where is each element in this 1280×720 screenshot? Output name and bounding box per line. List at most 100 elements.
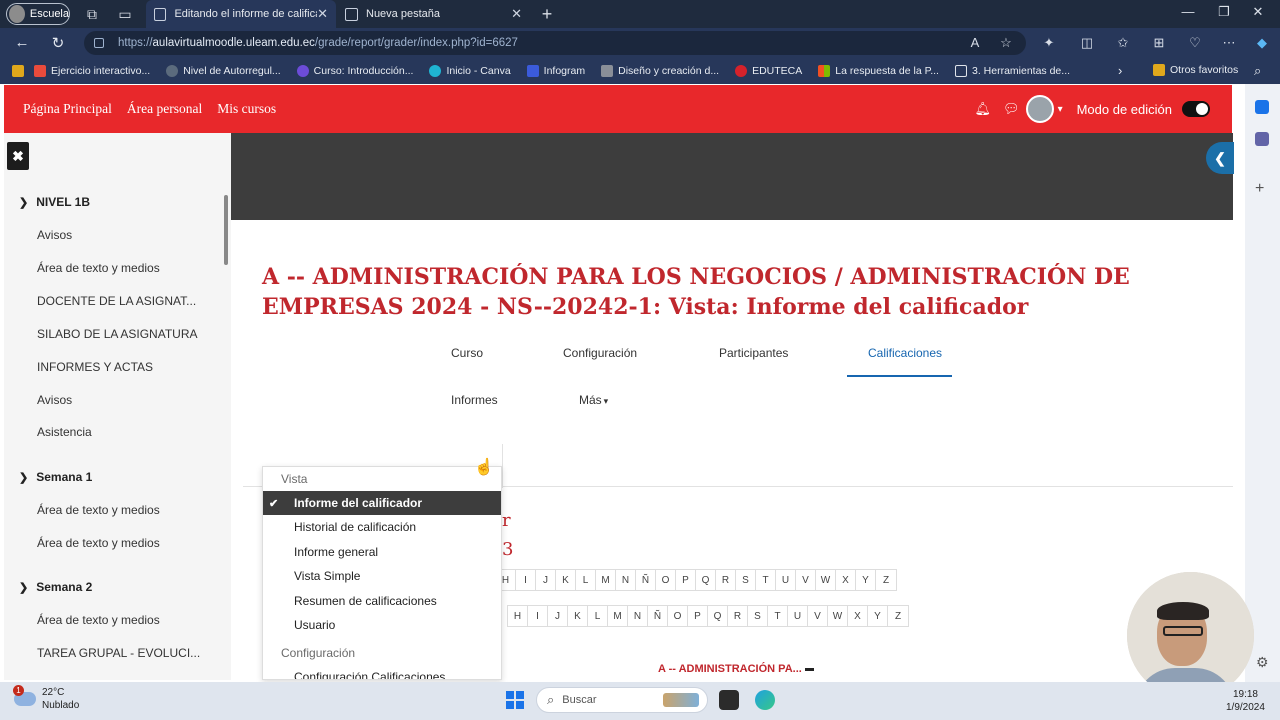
initial-letter-link[interactable]: H [508, 606, 528, 626]
collections-icon[interactable]: ⊞ [1150, 35, 1168, 51]
bookmark-item[interactable]: EDUTECA [735, 65, 802, 77]
minimize-icon[interactable]: — [1178, 4, 1198, 19]
course-index-item[interactable]: Avisos [37, 393, 72, 407]
initial-letter-link[interactable]: Ñ [648, 606, 668, 626]
taskbar-search-box[interactable]: ⌕ Buscar [536, 687, 708, 713]
initial-letter-link[interactable]: O [656, 570, 676, 590]
workspaces-icon[interactable]: ⧉ [82, 4, 102, 24]
restore-icon[interactable]: ❐ [1214, 4, 1234, 20]
collapse-icon[interactable] [804, 667, 814, 671]
profile-button[interactable]: Escuela [6, 3, 70, 25]
initial-letter-link[interactable]: L [576, 570, 596, 590]
course-index-item[interactable]: Asistencia [37, 425, 92, 439]
dropdown-item[interactable]: Usuario [263, 613, 501, 637]
initial-letter-link[interactable]: Z [888, 606, 908, 626]
add-app-icon[interactable]: + [1255, 180, 1264, 198]
tab-curso[interactable]: Curso [451, 346, 483, 360]
edit-mode-toggle[interactable] [1182, 101, 1210, 117]
initial-letter-link[interactable]: L [588, 606, 608, 626]
initial-letter-link[interactable]: K [556, 570, 576, 590]
bookmark-item[interactable]: Curso: Introducción... [296, 65, 413, 77]
course-index-item[interactable]: Área de texto y medios [37, 503, 160, 517]
split-screen-icon[interactable]: ◫ [1078, 35, 1096, 51]
initial-letter-link[interactable]: U [776, 570, 796, 590]
course-index-item[interactable]: Área de texto y medios [37, 261, 160, 275]
scrollbar-thumb[interactable] [224, 195, 228, 265]
initial-letter-link[interactable]: Z [876, 570, 896, 590]
initial-letter-link[interactable]: I [528, 606, 548, 626]
initial-letter-link[interactable]: M [608, 606, 628, 626]
nav-dashboard-link[interactable]: Área personal [127, 101, 202, 117]
weather-widget[interactable]: 1 22°C Nublado [13, 685, 79, 712]
initial-letter-link[interactable]: N [616, 570, 636, 590]
initial-letter-link[interactable]: X [836, 570, 856, 590]
course-index-item[interactable]: Área de texto y medios [37, 613, 160, 627]
dropdown-item[interactable]: Vista Simple [263, 564, 501, 588]
read-aloud-icon[interactable]: A [966, 35, 984, 50]
initial-letter-link[interactable]: T [756, 570, 776, 590]
course-index-item[interactable]: INFORMES Y ACTAS [37, 360, 153, 374]
back-icon[interactable]: ← [12, 34, 32, 52]
bookmark-item[interactable]: La respuesta de la P... [818, 65, 939, 77]
tab-mas[interactable]: Más ▾ [579, 393, 608, 407]
more-menu-icon[interactable]: ⋯ [1220, 35, 1238, 51]
outlook-icon[interactable] [1255, 100, 1269, 114]
initial-letter-link[interactable]: W [828, 606, 848, 626]
dropdown-item[interactable]: Historial de calificación [263, 515, 501, 539]
extensions-icon[interactable]: ✦ [1040, 35, 1058, 51]
close-window-icon[interactable]: ✕ [1248, 4, 1268, 20]
nav-my-courses-link[interactable]: Mis cursos [217, 101, 276, 117]
copilot-icon[interactable]: ◆ [1253, 35, 1271, 51]
close-tab-icon[interactable]: ✕ [511, 6, 522, 22]
teams-icon[interactable] [1255, 132, 1269, 146]
initial-letter-link[interactable]: K [568, 606, 588, 626]
initial-letter-link[interactable]: Y [868, 606, 888, 626]
initial-letter-link[interactable]: U [788, 606, 808, 626]
tab-new-tab[interactable]: Nueva pestaña ✕ [337, 0, 530, 28]
initial-letter-link[interactable]: R [716, 570, 736, 590]
initial-letter-link[interactable]: W [816, 570, 836, 590]
user-menu-chevron-down-icon[interactable]: ▾ [1058, 104, 1063, 115]
initial-letter-link[interactable]: T [768, 606, 788, 626]
system-clock[interactable]: 19:18 1/9/2024 [1226, 688, 1265, 714]
nav-home-link[interactable]: Página Principal [23, 101, 112, 117]
initial-letter-link[interactable]: M [596, 570, 616, 590]
section-semana-2[interactable]: ❯ Semana 2 [19, 580, 92, 594]
course-index-item[interactable]: SILABO DE LA ASIGNATURA [37, 327, 198, 341]
tab-calificaciones[interactable]: Calificaciones [868, 346, 942, 360]
dropdown-item-grader-report[interactable]: ✔ Informe del calificador [263, 491, 501, 515]
windows-start-icon[interactable] [506, 691, 524, 709]
tab-informes[interactable]: Informes [451, 393, 498, 407]
initial-letter-link[interactable]: P [688, 606, 708, 626]
dropdown-item[interactable]: Informe general [263, 540, 501, 564]
course-index-item[interactable]: Área de texto y medios [37, 536, 160, 550]
course-index-item[interactable]: Avisos [37, 228, 72, 242]
initial-letter-link[interactable]: S [736, 570, 756, 590]
bookmarks-overflow-chevron-icon[interactable]: › [1118, 63, 1122, 78]
bookmark-folder-icon[interactable] [12, 65, 24, 77]
initial-letter-link[interactable]: Q [696, 570, 716, 590]
section-semana-1[interactable]: ❯ Semana 1 [19, 470, 92, 484]
close-drawer-icon[interactable]: ✖ [7, 142, 29, 170]
bookmark-item[interactable]: Inicio - Canva [429, 65, 511, 77]
bookmark-item[interactable]: Diseño y creación d... [601, 65, 719, 77]
initial-letter-link[interactable]: J [548, 606, 568, 626]
messages-icon[interactable]: 💬︎ [1003, 101, 1020, 117]
initial-letter-link[interactable]: O [668, 606, 688, 626]
user-avatar[interactable] [1025, 95, 1054, 123]
url-input[interactable]: https://aulavirtualmoodle.uleam.edu.ec/g… [84, 31, 1026, 55]
initial-letter-link[interactable]: Ñ [636, 570, 656, 590]
tab-participantes[interactable]: Participantes [719, 346, 788, 360]
initial-letter-link[interactable]: R [728, 606, 748, 626]
dropdown-item[interactable]: Resumen de calificaciones [263, 589, 501, 613]
initial-letter-link[interactable]: Q [708, 606, 728, 626]
tab-actions-icon[interactable]: ▭ [115, 4, 135, 24]
initial-letter-link[interactable]: S [748, 606, 768, 626]
initial-letter-link[interactable]: X [848, 606, 868, 626]
tab-configuracion[interactable]: Configuración [563, 346, 637, 360]
grade-column-header[interactable]: A -- ADMINISTRACIÓN PA... [658, 663, 814, 675]
course-index-item[interactable]: TAREA GRUPAL - EVOLUCI... [37, 646, 200, 660]
open-right-drawer-chevron-left-icon[interactable]: ❮ [1206, 142, 1234, 174]
bookmark-item[interactable]: Ejercicio interactivo... [34, 65, 150, 77]
initial-letter-link[interactable]: J [536, 570, 556, 590]
